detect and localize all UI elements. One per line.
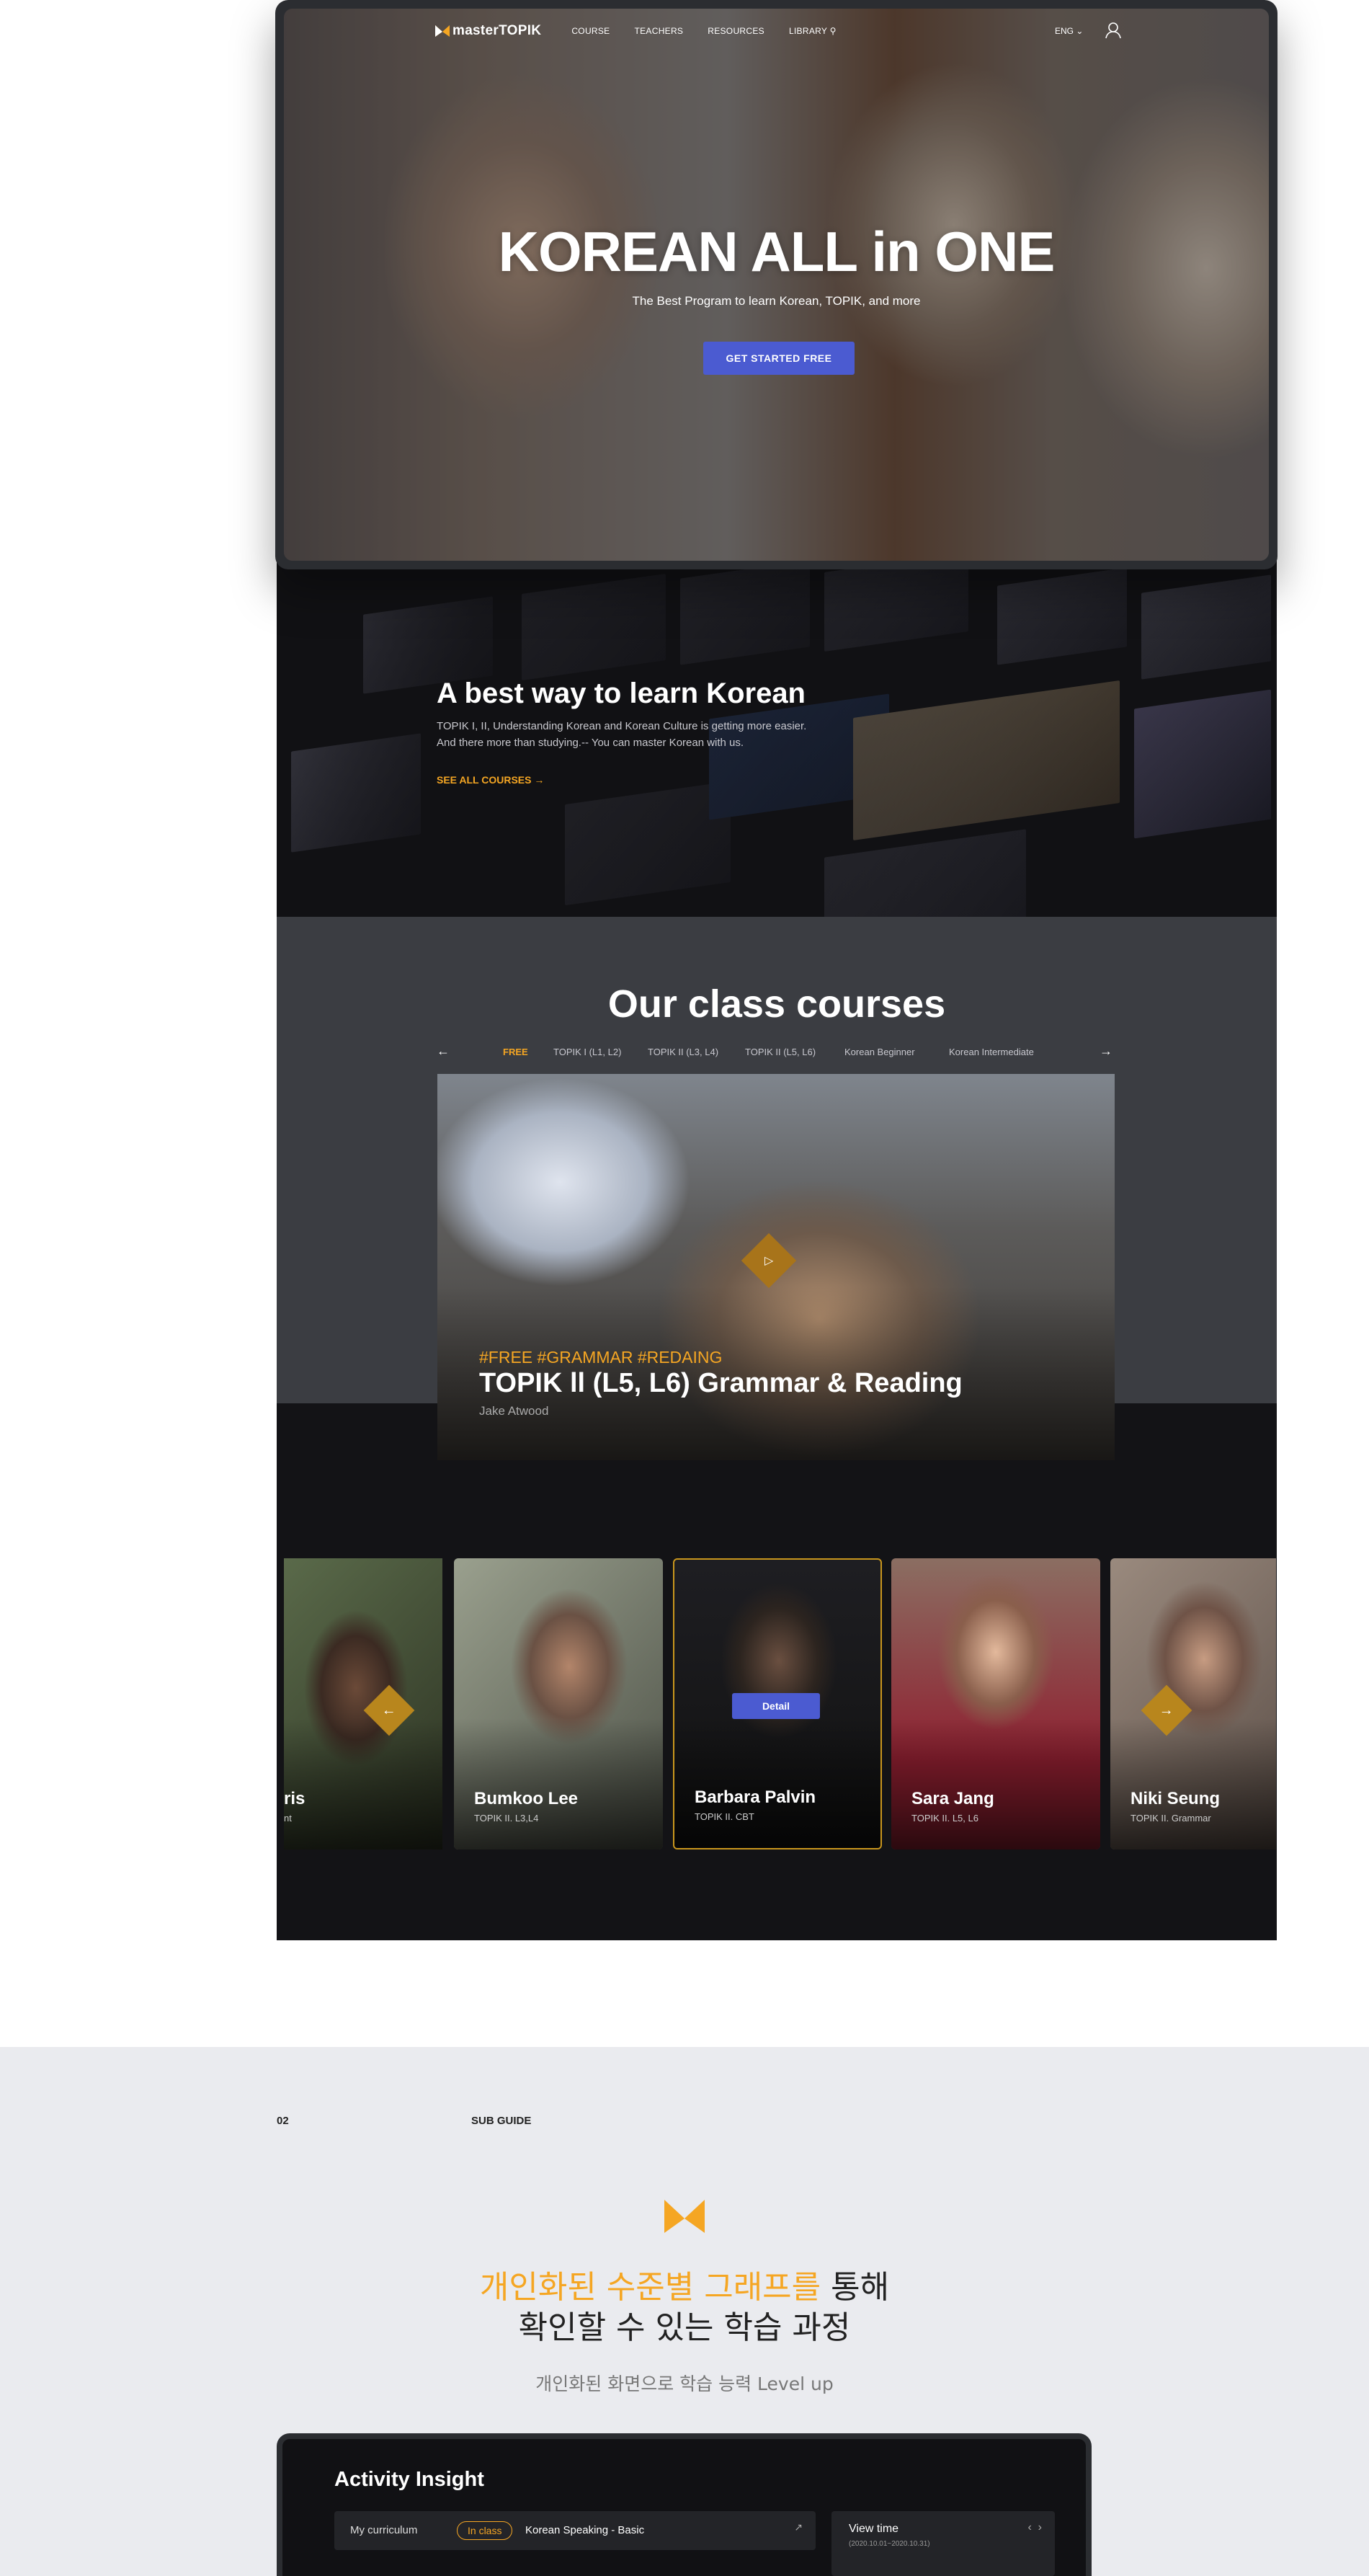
play-icon: ▷ — [764, 1255, 774, 1267]
arrow-right-icon: → — [1159, 1702, 1174, 1718]
section-label: SUB GUIDE — [471, 2115, 532, 2127]
chevron-left-icon[interactable]: ‹ — [1027, 2521, 1031, 2533]
guide-title-rest: 통해 — [821, 2269, 890, 2306]
teacher-card-selected[interactable]: Detail Barbara Palvin TOPIK II. CBT — [673, 1558, 882, 1849]
intro-description: TOPIK I, II, Understanding Korean and Ko… — [437, 718, 840, 751]
nav-library[interactable]: LIBRARY ⚲ — [789, 26, 837, 36]
teacher-name: Barbara Palvin — [695, 1787, 816, 1807]
intro-desc-line2: And there more than studying.-- You can … — [437, 737, 744, 749]
sub-guide-section: 02 SUB GUIDE 개인화된 수준별 그래프를 통해 확인할 수 있는 학… — [0, 2047, 1369, 2576]
intro-section: A best way to learn Korean TOPIK I, II, … — [277, 555, 1277, 917]
chevron-down-icon: ⌄ — [1076, 26, 1084, 36]
brand-logo[interactable]: masterTOPIK — [435, 23, 541, 39]
tab-korean-beginner[interactable]: Korean Beginner — [844, 1047, 915, 1057]
period-nav[interactable]: ‹ › — [1027, 2521, 1042, 2534]
intro-desc-line1: TOPIK I, II, Understanding Korean and Ko… — [437, 720, 807, 732]
see-all-label: SEE ALL COURSES — [437, 774, 532, 786]
hero-title: KOREAN ALL in ONE — [498, 220, 1056, 283]
hero-section: masterTOPIK COURSE TEACHERS RESOURCES LI… — [284, 9, 1269, 561]
section-number: 02 — [277, 2115, 289, 2127]
featured-course-card[interactable]: ▷ #FREE #GRAMMAR #REDAING TOPIK ll (L5, … — [437, 1074, 1115, 1460]
courses-title: Our class courses — [607, 982, 946, 1026]
tab-korean-intermediate[interactable]: Korean Intermediate — [949, 1047, 1034, 1057]
arrow-left-icon: ← — [382, 1702, 396, 1718]
course-tags: #FREE #GRAMMAR #REDAING — [479, 1348, 723, 1367]
teacher-name: Sara Jang — [911, 1789, 994, 1808]
logo-mark-icon — [435, 25, 450, 37]
curriculum-course: Korean Speaking - Basic — [525, 2524, 645, 2536]
guide-title-line2: 확인할 수 있는 학습 과정 — [518, 2309, 851, 2346]
guide-title-highlight: 개인화된 수준별 그래프를 — [479, 2269, 821, 2306]
course-author: Jake Atwood — [479, 1404, 549, 1418]
guide-title: 개인화된 수준별 그래프를 통해 확인할 수 있는 학습 과정 — [0, 2268, 1369, 2348]
hero-subtitle: The Best Program to learn Korean, TOPIK,… — [632, 294, 921, 308]
tabs-prev-arrow-icon[interactable]: ← — [437, 1044, 450, 1059]
tabs-next-arrow-icon[interactable]: → — [1100, 1044, 1112, 1059]
tab-topik-2-l3l4[interactable]: TOPIK II (L3, L4) — [648, 1047, 718, 1057]
tab-free[interactable]: FREE — [503, 1047, 528, 1057]
search-icon: ⚲ — [829, 26, 837, 36]
teacher-card[interactable]: Niki Seung TOPIK II. Grammar — [1110, 1558, 1276, 1849]
teacher-detail-button[interactable]: Detail — [732, 1693, 820, 1719]
tab-topik-1[interactable]: TOPIK I (L1, L2) — [553, 1047, 621, 1057]
guide-subtitle: 개인화된 화면으로 학습 능력 Level up — [535, 2373, 834, 2394]
teacher-level: TOPIK II. Grammar — [1131, 1813, 1211, 1824]
view-time-range: (2020.10.01~2020.10.31) — [849, 2540, 930, 2548]
tab-topik-2-l5l6[interactable]: TOPIK II (L5, L6) — [745, 1047, 816, 1057]
course-tabs: ← FREE TOPIK I (L1, L2) TOPIK II (L3, L4… — [437, 1044, 1112, 1061]
course-title: TOPIK ll (L5, L6) Grammar & Reading — [479, 1368, 963, 1398]
chevron-right-icon[interactable]: › — [1038, 2521, 1042, 2533]
hero-device-frame: masterTOPIK COURSE TEACHERS RESOURCES LI… — [275, 0, 1277, 569]
arrow-right-icon: → — [534, 774, 545, 786]
intro-title: A best way to learn Korean — [437, 678, 806, 709]
teacher-name: Niki Seung — [1131, 1789, 1221, 1808]
language-selector[interactable]: ENG ⌄ — [1055, 26, 1083, 36]
play-button[interactable]: ▷ — [741, 1233, 797, 1289]
language-label: ENG — [1055, 26, 1074, 36]
brand-name: masterTOPIK — [452, 23, 542, 38]
nav-teachers[interactable]: TEACHERS — [634, 26, 683, 36]
activity-insight-panel: Activity Insight My curriculum In class … — [277, 2433, 1092, 2576]
teacher-card[interactable]: Bumkoo Lee TOPIK II. L3,L4 — [454, 1558, 663, 1849]
curriculum-label: My curriculum — [350, 2524, 418, 2536]
teacher-level: TOPIK II. L3,L4 — [474, 1813, 539, 1824]
external-link-icon[interactable]: ↗ — [794, 2521, 803, 2533]
status-badge: In class — [457, 2521, 513, 2540]
teacher-card[interactable]: Sara Jang TOPIK II. L5, L6 — [891, 1558, 1100, 1849]
teacher-level: nt — [284, 1813, 292, 1824]
view-time-box: View time (2020.10.01~2020.10.31) ‹ › — [831, 2511, 1055, 2576]
nav-library-label: LIBRARY — [788, 26, 827, 36]
see-all-courses-link[interactable]: SEE ALL COURSES → — [437, 774, 544, 786]
curriculum-row[interactable]: My curriculum In class Korean Speaking -… — [334, 2511, 816, 2550]
teacher-name: ris — [284, 1789, 306, 1808]
get-started-button[interactable]: GET STARTED FREE — [703, 342, 855, 375]
teacher-card[interactable]: ris nt — [284, 1558, 442, 1849]
logo-mark-icon — [664, 2200, 705, 2233]
user-icon[interactable] — [1105, 22, 1121, 39]
teacher-level: TOPIK II. L5, L6 — [911, 1813, 978, 1824]
teacher-name: Bumkoo Lee — [474, 1789, 579, 1808]
view-time-label: View time — [849, 2523, 899, 2535]
nav-resources[interactable]: RESOURCES — [708, 26, 764, 36]
teacher-level: TOPIK II. CBT — [695, 1811, 754, 1822]
insight-title: Activity Insight — [334, 2468, 484, 2491]
nav-course[interactable]: COURSE — [571, 26, 610, 36]
